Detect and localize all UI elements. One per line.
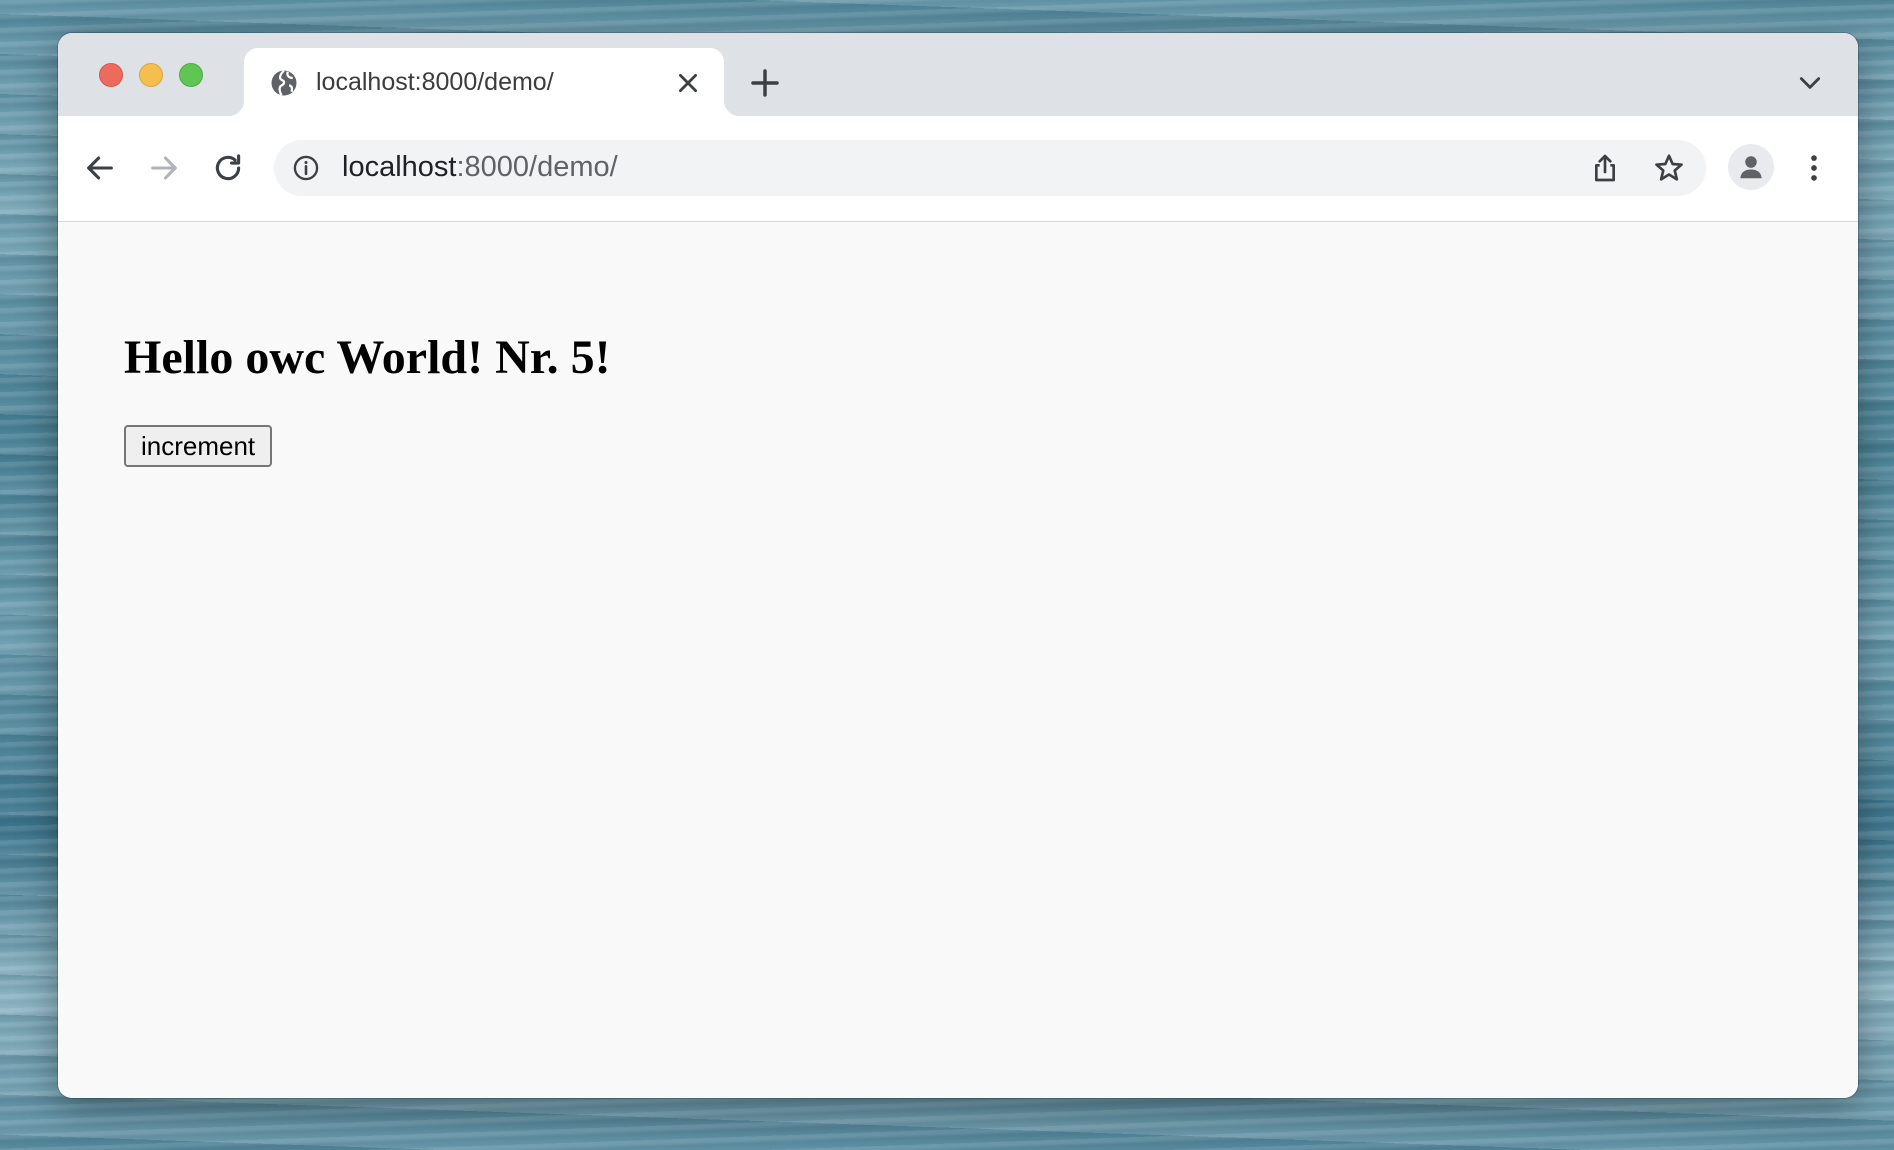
globe-icon (271, 69, 297, 96)
tab-title: localhost:8000/demo/ (316, 68, 554, 96)
tab-strip: localhost:8000/demo/ (58, 33, 1858, 116)
window-close-button[interactable] (99, 63, 123, 87)
star-icon[interactable] (1653, 152, 1685, 184)
profile-button[interactable] (1728, 144, 1774, 190)
window-maximize-button[interactable] (179, 63, 203, 87)
person-icon (1740, 156, 1762, 179)
reload-icon[interactable] (211, 151, 245, 185)
increment-button[interactable]: increment (124, 425, 273, 467)
arrow-right-icon[interactable] (147, 151, 181, 185)
browser-tab[interactable]: localhost:8000/demo/ (228, 48, 740, 116)
url-path: :8000/demo/ (456, 151, 618, 183)
chevron-down-icon[interactable] (1797, 70, 1823, 96)
info-icon[interactable] (292, 154, 320, 182)
url-host: localhost (342, 151, 457, 183)
browser-window: localhost:8000/demo/ localhost:8000/demo… (58, 33, 1858, 1098)
page-content: Hello owc World! Nr. 5! increment (58, 222, 1858, 1098)
url-text[interactable]: localhost:8000/demo/ (342, 151, 618, 184)
share-icon[interactable] (1589, 152, 1621, 184)
arrow-left-icon[interactable] (83, 151, 117, 185)
address-bar[interactable]: localhost:8000/demo/ (274, 140, 1706, 196)
page-heading: Hello owc World! Nr. 5! (124, 331, 611, 384)
close-icon[interactable] (675, 70, 701, 96)
plus-icon[interactable] (749, 67, 781, 99)
window-minimize-button[interactable] (139, 63, 163, 87)
browser-toolbar: localhost:8000/demo/ (58, 116, 1858, 222)
kebab-menu-icon[interactable] (1797, 151, 1831, 185)
